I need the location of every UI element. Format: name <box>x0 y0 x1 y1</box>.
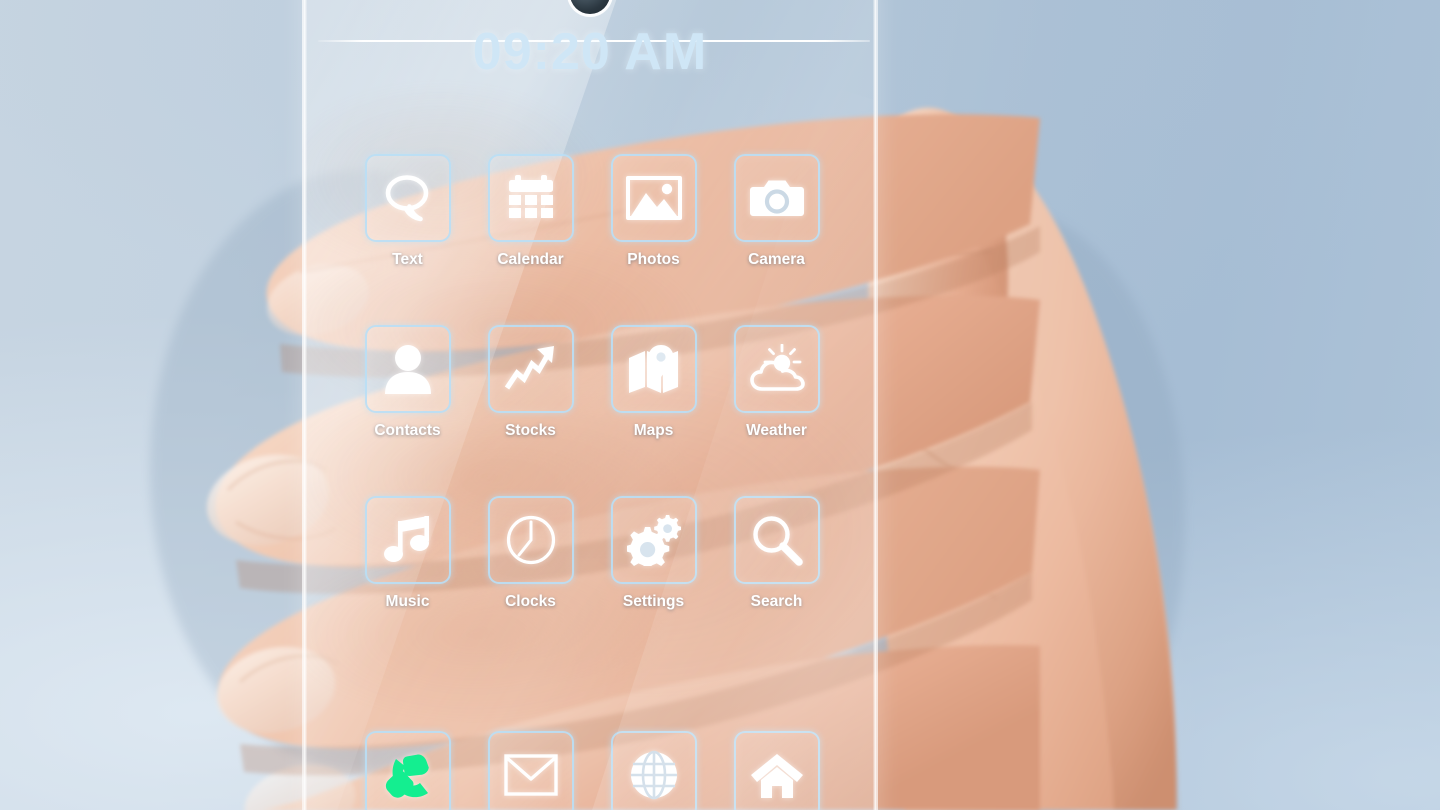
house-icon <box>750 752 804 798</box>
app-tile[interactable] <box>610 325 697 413</box>
app-label: Text <box>392 251 423 268</box>
app-label: Camera <box>748 251 805 268</box>
clock-time: 09:20 AM <box>472 23 708 81</box>
front-camera-icon <box>570 0 610 14</box>
app-label: Contacts <box>374 422 441 439</box>
envelope-icon <box>503 754 558 796</box>
app-tile[interactable] <box>364 496 451 584</box>
app-tile[interactable] <box>610 731 697 810</box>
app-phone[interactable] <box>346 731 469 810</box>
app-settings[interactable]: Settings <box>592 496 715 611</box>
app-maps[interactable]: Maps <box>592 325 715 440</box>
gears-icon <box>626 514 681 566</box>
app-calendar[interactable]: Calendar <box>469 154 592 269</box>
globe-icon <box>629 750 679 800</box>
app-mail[interactable] <box>469 731 592 810</box>
speech-bubble-icon <box>382 173 434 223</box>
trending-up-icon <box>504 344 558 394</box>
app-dock <box>346 731 838 810</box>
app-tile[interactable] <box>487 731 574 810</box>
scene: 4G <box>0 0 1440 810</box>
calendar-icon <box>506 173 556 223</box>
phone-screen: 4G <box>302 0 878 810</box>
app-home[interactable] <box>715 731 838 810</box>
app-camera[interactable]: Camera <box>715 154 838 269</box>
person-icon <box>384 344 432 394</box>
app-tile[interactable] <box>733 325 820 413</box>
camera-icon <box>749 176 805 220</box>
app-contacts[interactable]: Contacts <box>346 325 469 440</box>
app-tile[interactable] <box>487 325 574 413</box>
app-music[interactable]: Music <box>346 496 469 611</box>
app-label: Settings <box>622 593 685 610</box>
app-tile[interactable] <box>610 496 697 584</box>
app-tile[interactable] <box>364 154 451 242</box>
app-label: Maps <box>633 422 674 439</box>
app-tile[interactable] <box>733 731 820 810</box>
app-stocks[interactable]: Stocks <box>469 325 592 440</box>
map-pin-icon <box>627 344 681 394</box>
photo-image-icon <box>625 176 682 220</box>
music-note-icon <box>383 515 433 565</box>
app-weather[interactable]: Weather <box>715 325 838 440</box>
transparent-smartphone: 4G <box>302 0 878 810</box>
app-tile[interactable] <box>364 731 451 810</box>
app-browser[interactable] <box>592 731 715 810</box>
app-label: Music <box>385 593 430 610</box>
app-photos[interactable]: Photos <box>592 154 715 269</box>
phone-handset-icon <box>382 749 434 801</box>
app-tile[interactable] <box>733 154 820 242</box>
app-tile[interactable] <box>610 154 697 242</box>
app-label: Weather <box>746 422 807 439</box>
app-text[interactable]: Text <box>346 154 469 269</box>
app-label: Photos <box>627 251 680 268</box>
app-tile[interactable] <box>733 496 820 584</box>
app-label: Search <box>750 593 803 610</box>
app-label: Calendar <box>497 251 564 268</box>
app-search[interactable]: Search <box>715 496 838 611</box>
app-label: Stocks <box>505 422 556 439</box>
app-label: Clocks <box>505 593 556 610</box>
app-tile[interactable] <box>487 154 574 242</box>
sun-cloud-icon <box>749 344 805 394</box>
app-clocks[interactable]: Clocks <box>469 496 592 611</box>
app-grid: Text Calendar Photos Camera Contacts Sto… <box>346 154 838 611</box>
magnifier-icon <box>751 514 803 566</box>
app-tile[interactable] <box>364 325 451 413</box>
app-tile[interactable] <box>487 496 574 584</box>
clock-face-icon <box>506 515 556 565</box>
